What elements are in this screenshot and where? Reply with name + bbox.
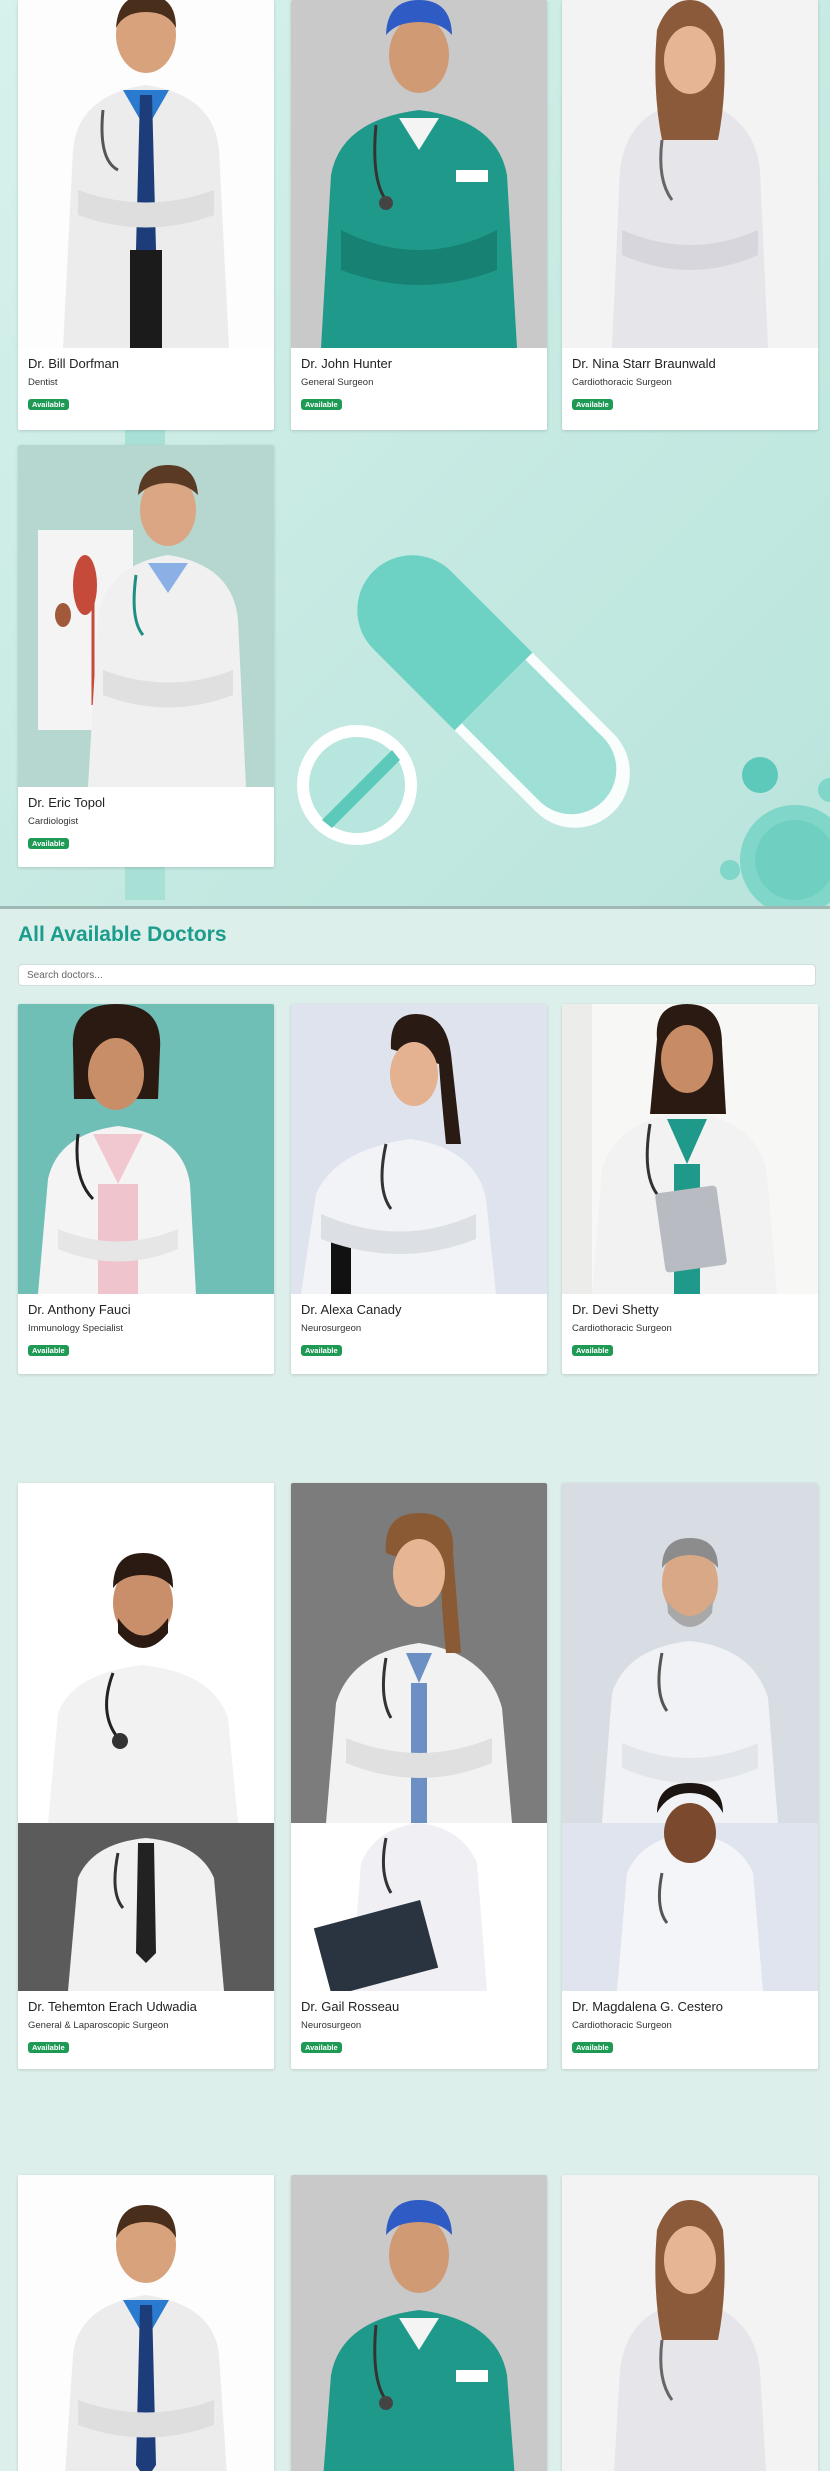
virus-decoration [720,757,830,906]
doctor-specialty: Neurosurgeon [301,1323,362,1334]
doctor-card[interactable] [291,2175,547,2471]
doctor-name: Dr. Magdalena G. Cestero [572,1999,724,2014]
doctor-card[interactable]: Dr. Magdalena G. Cestero Cardiothoracic … [562,1483,818,2069]
doctor-name: Dr. Anthony Fauci [28,1302,131,1317]
doctor-info: Dr. Gail Rosseau Neurosurgeon Available [291,1991,547,2055]
doctor-photo [18,1004,274,1294]
doctor-name: Dr. Gail Rosseau [301,1999,400,2014]
doctor-info: Dr. Devi Shetty Cardiothoracic Surgeon A… [562,1294,818,1358]
status-badge: Available [28,2042,69,2053]
doctor-photo [291,1483,547,1991]
doctor-info: Dr. Bill Dorfman Dentist Available [18,348,274,412]
doctor-name: Dr. Bill Dorfman [28,356,120,371]
doctor-photo [18,2175,274,2471]
doctor-specialty: Cardiologist [28,816,79,827]
all-doctors-section: All Available Doctors Dr. Anthony Fauci … [0,909,830,2471]
doctor-name: Dr. Eric Topol [28,795,106,810]
doctor-photo [562,1004,818,1294]
status-badge: Available [28,1345,69,1356]
search-input[interactable] [18,964,816,986]
doctor-specialty: Neurosurgeon [301,2020,362,2031]
doctor-specialty: Dentist [28,377,58,388]
doctor-card[interactable] [18,2175,274,2471]
doctor-specialty: Cardiothoracic Surgeon [572,2020,672,2031]
doctor-name: Dr. Alexa Canady [301,1302,402,1317]
doctor-card[interactable]: Dr. Anthony Fauci Immunology Specialist … [18,1004,274,1374]
doctor-info: Dr. Tehemton Erach Udwadia General & Lap… [18,1991,274,2055]
doctor-card[interactable]: Dr. Alexa Canady Neurosurgeon Available [291,1004,547,1374]
doctor-name: Dr. Nina Starr Braunwald [572,356,716,371]
doctor-card[interactable]: Dr. Devi Shetty Cardiothoracic Surgeon A… [562,1004,818,1374]
doctor-photo [18,1483,274,1991]
doctor-photo [562,1483,818,1991]
status-badge: Available [301,1345,342,1356]
doctor-specialty: General & Laparoscopic Surgeon [28,2020,169,2031]
doctor-photo [562,2175,818,2471]
doctor-specialty: Cardiothoracic Surgeon [572,1323,672,1334]
doctor-specialty: General Surgeon [301,377,374,388]
doctor-photo [291,0,547,348]
doctor-card[interactable]: Dr. Eric Topol Cardiologist Available [18,445,274,867]
status-badge: Available [28,399,69,410]
doctor-photo [18,445,274,787]
doctor-info: Dr. Anthony Fauci Immunology Specialist … [18,1294,274,1358]
status-badge: Available [301,399,342,410]
doctor-info: Dr. John Hunter General Surgeon Availabl… [291,348,547,412]
doctor-name: Dr. John Hunter [301,356,393,371]
status-badge: Available [572,2042,613,2053]
doctor-name: Dr. Devi Shetty [572,1302,659,1317]
doctor-photo [562,0,818,348]
status-badge: Available [572,1345,613,1356]
status-badge: Available [28,838,69,849]
doctor-photo [291,1004,547,1294]
doctor-photo [291,2175,547,2471]
status-badge: Available [301,2042,342,2053]
doctor-card[interactable]: Dr. Nina Starr Braunwald Cardiothoracic … [562,0,818,430]
doctor-name: Dr. Tehemton Erach Udwadia [28,1999,197,2014]
doctor-card[interactable]: Dr. Gail Rosseau Neurosurgeon Available [291,1483,547,2069]
doctor-info: Dr. Nina Starr Braunwald Cardiothoracic … [562,348,818,412]
section-title: All Available Doctors [18,923,227,946]
doctor-specialty: Cardiothoracic Surgeon [572,377,672,388]
doctor-specialty: Immunology Specialist [28,1323,124,1334]
doctor-card[interactable]: Dr. Tehemton Erach Udwadia General & Lap… [18,1483,274,2069]
doctor-card[interactable]: Dr. Bill Dorfman Dentist Available [18,0,274,430]
doctor-info: Dr. Magdalena G. Cestero Cardiothoracic … [562,1991,818,2055]
status-badge: Available [572,399,613,410]
doctor-card[interactable] [562,2175,818,2471]
doctor-card[interactable]: Dr. John Hunter General Surgeon Availabl… [291,0,547,430]
tablet-pill-decoration [297,725,417,845]
featured-doctors-section: Dr. Bill Dorfman Dentist Available Dr. J… [0,0,830,906]
doctor-info: Dr. Alexa Canady Neurosurgeon Available [291,1294,547,1358]
doctor-photo [18,0,274,348]
doctor-info: Dr. Eric Topol Cardiologist Available [18,787,274,851]
